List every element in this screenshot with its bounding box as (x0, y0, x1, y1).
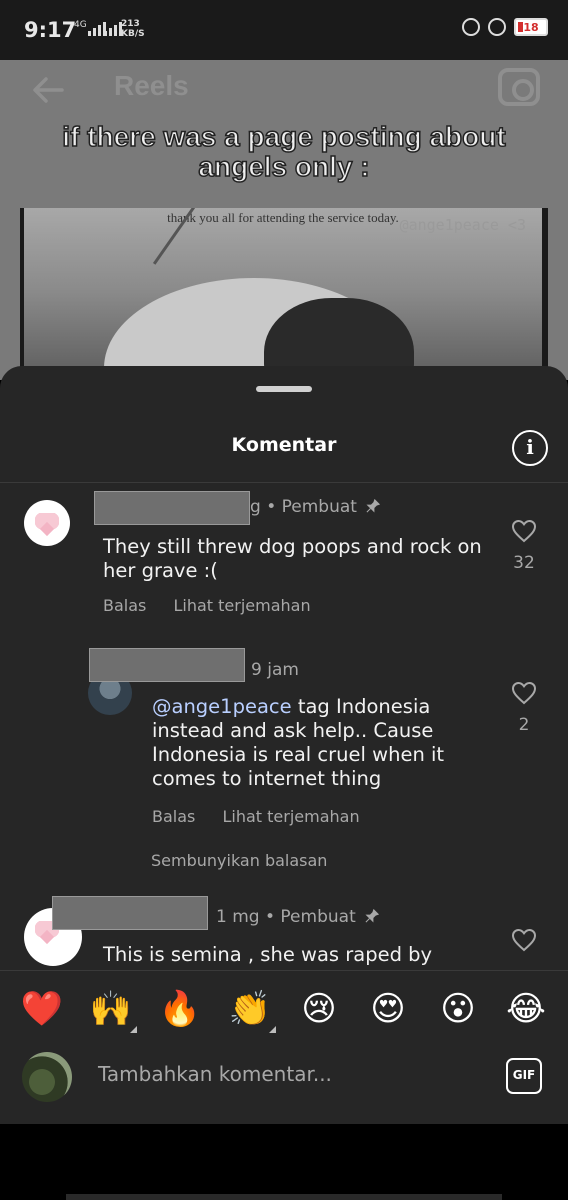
like-block: 32 (510, 519, 538, 573)
comment-actions: Balas Lihat terjemahan (103, 596, 333, 615)
author-label: • Pembuat (264, 907, 356, 927)
username-redacted[interactable] (94, 491, 250, 525)
avatar[interactable] (24, 500, 70, 546)
comment-meta: 1 mg • Pembuat (216, 907, 380, 927)
comment-time: 9 jam (251, 660, 299, 680)
comment-input[interactable]: Tambahkan komentar... (98, 1062, 332, 1086)
camera-icon[interactable] (498, 68, 540, 106)
my-avatar (22, 1052, 72, 1102)
status-icons: 18 (462, 18, 548, 36)
comment-meta: 9 jam (251, 660, 299, 680)
reel-caption: if there was a page posting about angels… (62, 121, 507, 183)
reply-button[interactable]: Balas (103, 596, 146, 615)
emoji-glyph: 👏 (228, 989, 272, 1029)
username-redacted[interactable] (89, 648, 245, 682)
heart-icon[interactable] (511, 928, 537, 952)
status-bar: 9:17 4G 213 KB/S 18 (0, 0, 568, 60)
emoji-glyph: 🙌 (89, 989, 133, 1029)
reel-background: Reels if there was a page posting about … (0, 60, 568, 380)
emoji-surprised[interactable]: 😮 (434, 989, 482, 1029)
pin-icon (366, 499, 381, 513)
comment-time: 1 mg (216, 907, 260, 927)
speed-value: 213 (121, 19, 140, 29)
hide-replies-button[interactable]: Sembunyikan balasan (151, 851, 327, 870)
comment-text: This is semina , she was raped by (103, 943, 433, 966)
emoji-heart-eyes[interactable]: 😍 (364, 989, 412, 1029)
reel-video-frame: thank you all for attending the service … (24, 208, 542, 380)
emoji-fire[interactable]: 🔥 (156, 989, 204, 1029)
reel-watermark: @ange1peace <3 (399, 216, 526, 234)
heart-icon[interactable] (511, 681, 537, 705)
speed-unit: KB/S (121, 29, 145, 39)
author-label: • Pembuat (266, 497, 357, 517)
like-block: 2 (510, 681, 538, 735)
comments-sheet: Komentar i g • Pembuat They still threw … (0, 366, 568, 1124)
comments-list[interactable]: g • Pembuat They still threw dog poops a… (0, 483, 568, 970)
battery-icon: 18 (514, 18, 548, 36)
emoji-laughing[interactable]: 😂 (502, 989, 550, 1029)
translate-button[interactable]: Lihat terjemahan (173, 596, 310, 615)
skin-tone-indicator (130, 1026, 137, 1033)
username-tail: g (250, 497, 261, 517)
emoji-crying[interactable]: 😢 (295, 989, 343, 1029)
sheet-title: Komentar (231, 434, 337, 456)
reel-title: Reels (114, 70, 189, 101)
battery-level: 18 (523, 20, 539, 34)
like-count: 32 (513, 553, 535, 573)
reply-button[interactable]: Balas (152, 807, 195, 826)
mention-link[interactable]: @ange1peace (152, 695, 292, 718)
pin-icon (365, 909, 380, 923)
translate-button[interactable]: Lihat terjemahan (222, 807, 359, 826)
status-time: 9:17 (24, 18, 77, 42)
like-count: 2 (518, 715, 530, 735)
alarm-icon (488, 18, 506, 36)
navigation-bar (0, 1124, 568, 1200)
network-type: 4G (74, 20, 87, 30)
username-redacted[interactable] (52, 896, 208, 930)
gif-button[interactable]: GIF (506, 1058, 542, 1094)
like-block (510, 928, 538, 956)
comment-input-row: Tambahkan komentar... GIF (0, 1048, 568, 1124)
back-arrow-icon[interactable] (28, 70, 68, 110)
reel-header: Reels (0, 60, 568, 120)
heart-icon[interactable] (511, 519, 537, 543)
emoji-bar: ❤️ 🙌 🔥 👏 😢 😍 😮 😂 (0, 970, 568, 1048)
sheet-drag-handle[interactable] (256, 386, 312, 392)
comment-actions: Balas Lihat terjemahan (152, 807, 382, 826)
reel-video[interactable]: thank you all for attending the service … (20, 208, 548, 380)
signal-icon-2 (104, 22, 122, 36)
network-speed: 213 KB/S (121, 19, 145, 39)
comment-meta: g • Pembuat (250, 497, 381, 517)
info-icon[interactable]: i (512, 430, 548, 466)
skin-tone-indicator (269, 1026, 276, 1033)
lock-rotation-icon (462, 18, 480, 36)
comment-text: They still threw dog poops and rock on h… (103, 535, 482, 582)
emoji-heart[interactable]: ❤️ (18, 989, 66, 1029)
gesture-bar[interactable] (66, 1194, 502, 1200)
emoji-clap[interactable]: 👏 (226, 989, 276, 1033)
emoji-raised-hands[interactable]: 🙌 (87, 989, 137, 1033)
comment-text: @ange1peace tag Indonesia instead and as… (152, 695, 472, 791)
